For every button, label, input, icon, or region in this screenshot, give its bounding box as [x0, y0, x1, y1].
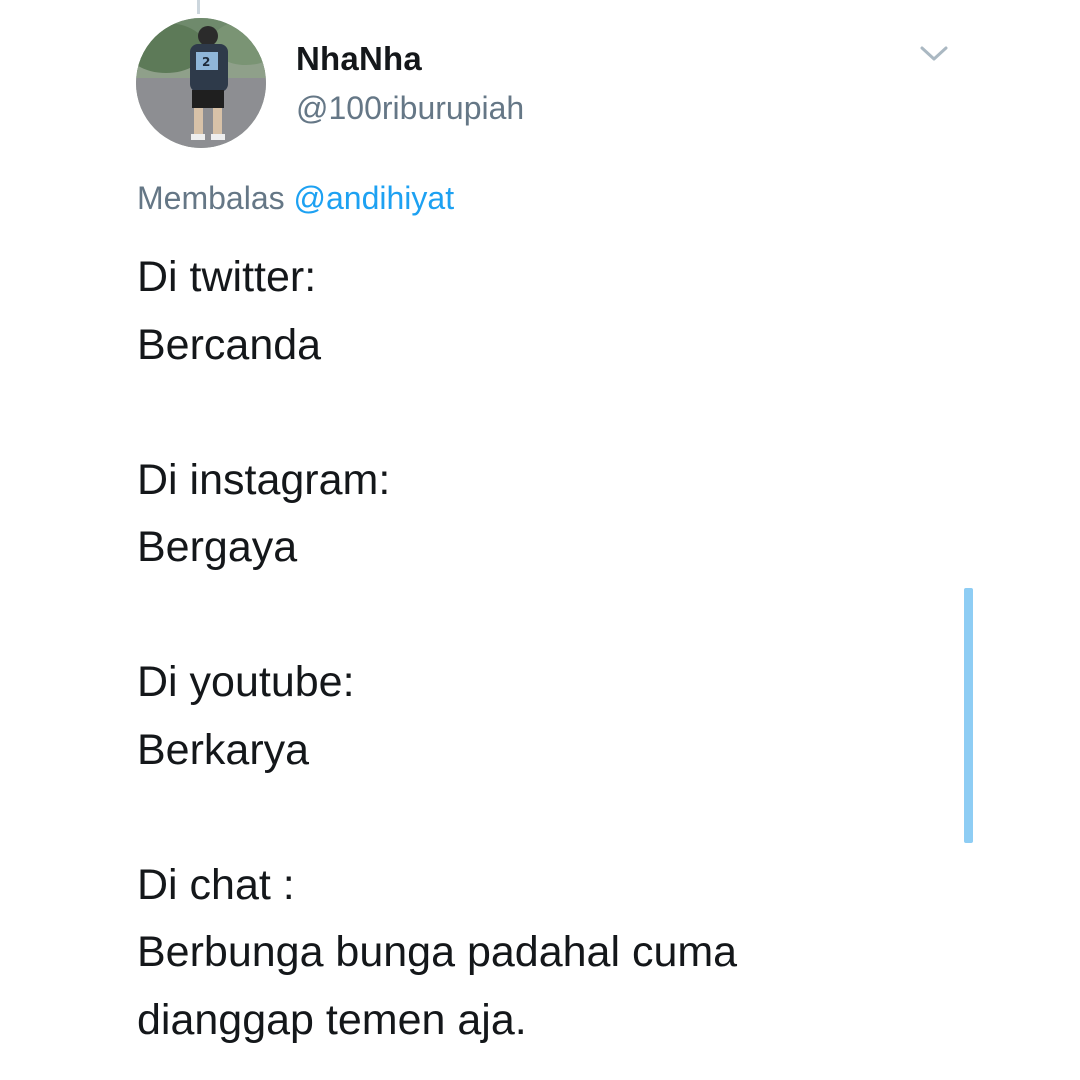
- thread-connector-line: [197, 0, 200, 14]
- tweet-line: Berkarya: [137, 725, 310, 774]
- tweet-line: Berbunga bunga padahal cuma: [137, 928, 738, 976]
- tweet-line: Di chat :: [137, 860, 295, 909]
- chevron-down-icon[interactable]: [916, 40, 952, 66]
- reply-prefix: Membalas: [137, 180, 285, 216]
- tweet-line: Bergaya: [137, 523, 298, 571]
- jersey-number: 2: [202, 55, 210, 69]
- author-display-name[interactable]: NhaNha: [296, 40, 422, 78]
- avatar[interactable]: 2: [136, 18, 266, 148]
- reply-mention-link[interactable]: @andihiyat: [294, 180, 455, 216]
- scroll-indicator[interactable]: [964, 588, 973, 843]
- avatar-photo: 2: [136, 18, 266, 148]
- tweet-line: Bercanda: [137, 320, 322, 369]
- tweet-line: Di twitter:: [137, 253, 317, 301]
- author-handle[interactable]: @100riburupiah: [296, 90, 524, 127]
- tweet-line: dianggap temen aja.: [137, 995, 527, 1044]
- tweet-text: Di twitter: Bercanda Di instagram: Berga…: [137, 244, 937, 1054]
- reply-context: Membalas @andihiyat: [137, 180, 454, 217]
- tweet-line: Di youtube:: [137, 658, 355, 706]
- tweet-line: Di instagram:: [137, 455, 391, 504]
